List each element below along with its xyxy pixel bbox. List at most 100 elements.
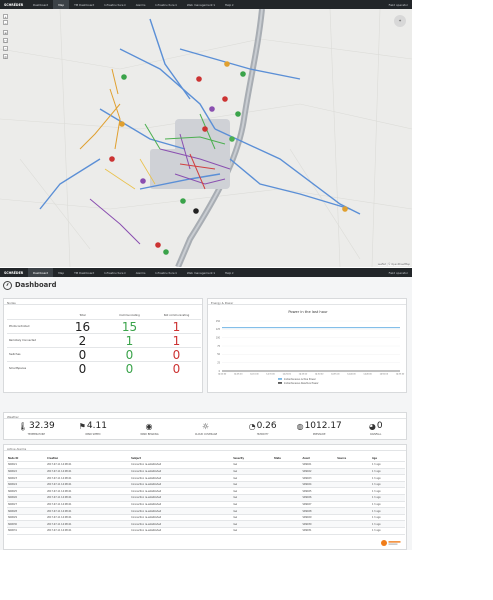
not-communicating-count[interactable]: 0 xyxy=(153,349,200,361)
total-count[interactable]: 2 xyxy=(59,335,106,347)
table-cell: 1 h ago xyxy=(371,527,405,535)
table-cell: 1 h ago xyxy=(371,501,405,509)
weather-label: HUMIDITY xyxy=(256,433,269,436)
column-header[interactable]: Severity xyxy=(232,455,273,463)
nav-infrastructure-2[interactable]: Infrastructure ▾ xyxy=(150,0,181,9)
table-cell: low xyxy=(232,481,273,489)
table-cell xyxy=(272,487,302,496)
table-cell xyxy=(336,461,372,469)
nav-infrastructure[interactable]: Infrastructure ▾ xyxy=(99,0,130,9)
column-header[interactable]: Creation xyxy=(46,455,131,463)
table-cell: 2017-07-11 14:08:41 xyxy=(46,494,131,502)
nav-infrastructure[interactable]: Infrastructure ▾ xyxy=(99,268,130,277)
nav-map[interactable]: Map xyxy=(53,268,69,277)
fullscreen-icon[interactable]: □ xyxy=(3,38,8,43)
nodes-row-switches[interactable]: Switches 0 0 0 xyxy=(7,347,201,361)
nodes-panel-title: Nodes xyxy=(4,299,202,305)
locate-icon[interactable]: ◎ xyxy=(3,54,8,59)
nav-alarms[interactable]: Alarms xyxy=(131,0,151,9)
zoom-out-button[interactable]: − xyxy=(3,20,8,25)
column-header[interactable]: State xyxy=(272,455,302,463)
table-cell: 2017-07-11 14:08:41 xyxy=(46,481,131,489)
user-menu[interactable]: Field operator xyxy=(389,271,412,275)
table-row[interactable]: SR9021 2017-07-11 14:08:41 Connection re-e… xyxy=(7,461,405,469)
legend-swatch xyxy=(278,382,282,384)
column-header[interactable]: Subject xyxy=(130,455,233,463)
table-row[interactable]: SR9029 2017-07-11 14:08:41 Connection re-e… xyxy=(7,514,405,522)
weather-item: ◉ WIND BEARING xyxy=(121,421,178,436)
nav-web-management[interactable]: Web management ▾ xyxy=(182,268,220,277)
column-header[interactable]: Asset xyxy=(301,455,337,463)
nav-tm-dashboard[interactable]: TM Dashboard xyxy=(69,268,99,277)
nav-map[interactable]: Map xyxy=(53,0,70,9)
weather-label: TEMPERATURE xyxy=(27,433,45,436)
col-total: Total xyxy=(79,313,86,317)
table-row[interactable]: SR9028 2017-07-11 14:08:41 Connection re-e… xyxy=(7,507,405,515)
row-label: Remotely Connected xyxy=(9,339,37,342)
city-map[interactable] xyxy=(0,9,412,267)
not-communicating-count[interactable]: 1 xyxy=(153,321,200,333)
sun-icon: ☼ xyxy=(201,422,210,431)
nodes-row-remotely-connected[interactable]: Remotely Connected 2 1 1 xyxy=(7,333,201,347)
nodes-row-smartspaces[interactable]: SmartSpaces 0 0 0 xyxy=(7,361,201,375)
table-cell: 2017-07-11 14:08:41 xyxy=(46,507,131,515)
measure-icon[interactable]: ◇ xyxy=(3,46,8,51)
table-row[interactable]: SR9027 2017-07-11 14:08:41 Connection re-e… xyxy=(7,501,405,509)
nav-infrastructure-2[interactable]: Infrastructure ▾ xyxy=(150,268,181,277)
column-header[interactable]: Age xyxy=(371,455,405,463)
rain-icon: ◕ xyxy=(368,422,376,431)
communicating-count[interactable]: 0 xyxy=(106,363,153,375)
layers-icon[interactable]: ≡ xyxy=(3,30,8,35)
dashboard-screenshot: SCHRÉDER Dashboard Map TM Dashboard Infr… xyxy=(0,268,412,550)
column-header[interactable]: Source xyxy=(336,455,372,463)
zoom-in-button[interactable]: + xyxy=(3,14,8,19)
table-cell xyxy=(272,501,302,509)
nav-dashboard[interactable]: Dashboard xyxy=(28,268,54,277)
dashboard-navbar: SCHRÉDER Dashboard Map TM Dashboard Infr… xyxy=(0,268,412,277)
humidity-icon: ◔ xyxy=(248,422,256,431)
table-cell: low xyxy=(232,494,273,502)
total-count[interactable]: 0 xyxy=(59,349,106,361)
table-cell: SR9023 xyxy=(301,474,337,482)
nav-help[interactable]: Help ▾ xyxy=(220,0,239,9)
map-attribution[interactable]: Leaflet | © OpenStreetMap xyxy=(377,263,410,266)
table-cell: 2017-07-11 14:08:41 xyxy=(46,520,131,529)
table-cell: low xyxy=(232,507,273,515)
table-row[interactable]: SR9023 2017-07-11 14:08:41 Connection re-e… xyxy=(7,474,405,482)
nav-alarms[interactable]: Alarms xyxy=(131,268,151,277)
user-menu[interactable]: Field operator xyxy=(389,3,412,7)
nav-web-management[interactable]: Web management ▾ xyxy=(182,0,220,9)
table-row[interactable]: SR9026 2017-07-11 14:08:41 Connection re-e… xyxy=(7,494,405,502)
x-tick-label: 14:55:00 xyxy=(396,374,405,376)
table-row[interactable]: SR9031 2017-07-11 14:08:41 Connection re-e… xyxy=(7,527,405,535)
compass-icon[interactable]: ✦ xyxy=(394,15,406,27)
communicating-count[interactable]: 15 xyxy=(106,321,153,333)
brand-logo[interactable]: SCHRÉDER xyxy=(0,271,28,275)
nodes-row-photocontrolled[interactable]: Photocontrolled 16 15 1 xyxy=(7,319,201,333)
table-row[interactable]: SR9022 2017-07-11 14:08:41 Connection re-e… xyxy=(7,468,405,476)
table-row[interactable]: SR9030 2017-07-11 14:08:41 Connection re-e… xyxy=(7,520,405,529)
nav-help[interactable]: Help ▾ xyxy=(220,268,239,277)
communicating-count[interactable]: 0 xyxy=(106,349,153,361)
total-count[interactable]: 16 xyxy=(59,321,106,333)
column-header[interactable]: Node ID xyxy=(7,455,47,463)
total-count[interactable]: 0 xyxy=(59,363,106,375)
weather-item: ◍ 1012.17 PRESSURE xyxy=(291,421,348,437)
table-cell: low xyxy=(232,487,273,496)
communicating-count[interactable]: 1 xyxy=(106,335,153,347)
brand-logo[interactable]: SCHRÉDER xyxy=(0,3,28,7)
legend-label: Instantaneous Reactive Power xyxy=(284,382,319,385)
weather-value: 0 xyxy=(376,421,383,431)
table-cell: SR9023 xyxy=(7,474,47,482)
table-cell: SR9022 xyxy=(301,468,337,476)
nav-tm-dashboard[interactable]: TM Dashboard xyxy=(69,0,99,9)
not-communicating-count[interactable]: 1 xyxy=(153,335,200,347)
table-cell: SR9027 xyxy=(301,501,337,509)
page-title: Dashboard xyxy=(15,281,57,289)
not-communicating-count[interactable]: 0 xyxy=(153,363,200,375)
table-row[interactable]: SR9024 2017-07-11 14:08:41 Connection re-e… xyxy=(7,481,405,489)
table-row[interactable]: SR9025 2017-07-11 14:08:41 Connection re-e… xyxy=(7,487,405,496)
power-chart[interactable]: Power in the last hour 0255075100125150 … xyxy=(208,305,408,393)
alarms-table-header: Node ID Creation Subject Severity State Asset… xyxy=(7,455,405,463)
nav-dashboard[interactable]: Dashboard xyxy=(28,0,53,9)
